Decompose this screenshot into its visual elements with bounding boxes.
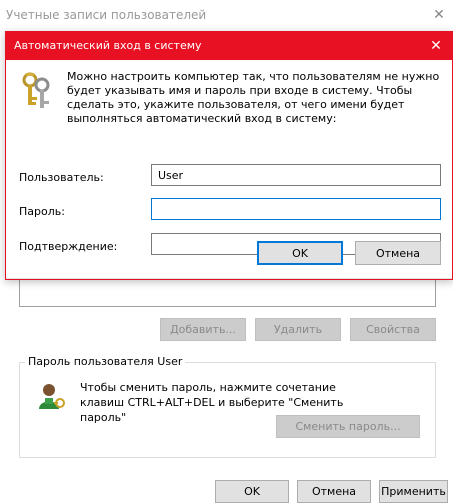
keys-icon: [22, 72, 50, 108]
user-accounts-close-icon[interactable]: ✕: [429, 5, 449, 25]
main-ok-button[interactable]: OK: [215, 480, 289, 503]
password-input[interactable]: [151, 198, 441, 220]
dialog-cancel-button[interactable]: Отмена: [355, 241, 441, 265]
add-user-button[interactable]: Добавить...: [160, 318, 246, 341]
user-accounts-titlebar: Учетные записи пользователей ✕: [0, 0, 453, 32]
apply-button[interactable]: Применить: [379, 480, 448, 503]
remove-user-button[interactable]: Удалить: [255, 318, 341, 341]
user-label: Пользователь:: [19, 171, 104, 184]
password-group-title: Пароль пользователя User: [25, 355, 186, 368]
confirm-password-label: Подтверждение:: [19, 240, 118, 253]
auto-logon-close-icon[interactable]: ✕: [426, 36, 446, 56]
auto-logon-description: Можно настроить компьютер так, что польз…: [67, 70, 440, 125]
password-label: Пароль:: [19, 205, 65, 218]
user-name-input[interactable]: [151, 164, 441, 186]
dialog-ok-button[interactable]: OK: [257, 241, 343, 265]
user-accounts-title: Учетные записи пользователей: [6, 8, 207, 22]
auto-logon-titlebar: Автоматический вход в систему ✕: [6, 32, 452, 60]
auto-logon-title: Автоматический вход в систему: [14, 39, 202, 52]
main-cancel-button[interactable]: Отмена: [297, 480, 371, 503]
user-key-icon: [39, 384, 65, 409]
properties-button[interactable]: Свойства: [350, 318, 436, 341]
auto-logon-dialog: Автоматический вход в систему ✕ Можно на…: [5, 31, 453, 280]
change-password-button[interactable]: Сменить пароль...: [276, 415, 420, 438]
